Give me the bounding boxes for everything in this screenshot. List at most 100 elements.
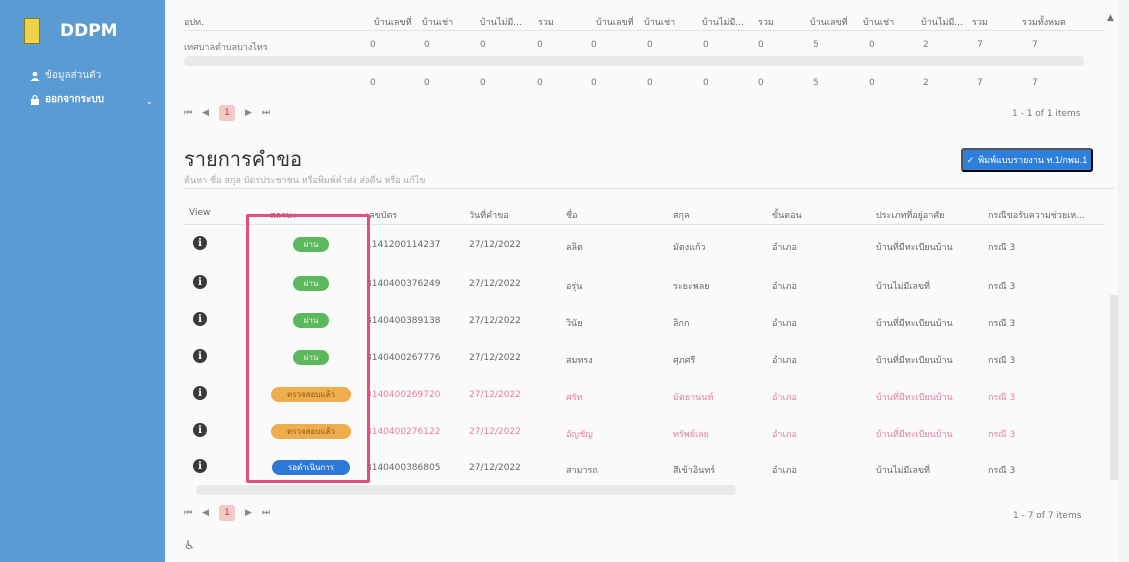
info-icon[interactable]: i (193, 275, 207, 289)
total-cell: 0 (758, 78, 764, 88)
type-cell: บ้านที่มีทะเบียนบ้าน (876, 393, 953, 403)
column-header[interactable]: ขั้นตอน (772, 208, 802, 222)
vertical-scrollbar[interactable] (1110, 295, 1118, 480)
first-page-icon[interactable]: ⏮ (184, 108, 192, 118)
summary-header: บ้านเลขที่ (374, 18, 412, 28)
step-cell: อำเภอ (772, 393, 797, 403)
first-page-icon[interactable]: ⏮ (184, 508, 192, 518)
total-cell: 0 (370, 78, 376, 88)
column-header[interactable]: สกุล (673, 208, 689, 222)
sidebar-item-label: ข้อมูลส่วนตัว (45, 70, 102, 81)
prev-page-icon[interactable]: ◀ (202, 108, 209, 118)
summary-cell: 0 (647, 40, 653, 50)
accessibility-icon[interactable]: ♿ (184, 538, 195, 552)
horizontal-scrollbar[interactable] (196, 485, 736, 495)
total-cell: 0 (869, 78, 875, 88)
case-cell: กรณี 3 (988, 282, 1016, 292)
column-header[interactable]: เลขบัตร (366, 208, 397, 222)
sidebar-item-logout[interactable]: ออกจากระบบ (30, 92, 104, 107)
last-name-cell: มัตงแก้ว (673, 243, 706, 253)
info-icon[interactable]: i (193, 312, 207, 326)
date-cell: 27/12/2022 (469, 390, 521, 400)
items-count: 1 - 1 of 1 items (1012, 109, 1081, 119)
summary-row-name: เทศบาลตำบลบางไทร (184, 43, 268, 53)
total-cell: 7 (977, 78, 983, 88)
step-cell: อำเภอ (772, 466, 797, 476)
summary-header: รวม (538, 18, 554, 28)
summary-cell: 0 (424, 40, 430, 50)
export-report-button[interactable]: ✓ พิมพ์แบบรายงาน ท.1/กพม.1 (961, 148, 1093, 172)
summary-header: บ้านเช่า (863, 18, 895, 28)
type-cell: บ้านที่มีทะเบียนบ้าน (876, 243, 953, 253)
info-icon[interactable]: i (193, 349, 207, 363)
lock-icon (31, 94, 39, 105)
date-cell: 27/12/2022 (469, 353, 521, 363)
first-name-cell: ลลิต (566, 243, 583, 253)
summary-header: บ้านไม่มี... (480, 18, 522, 28)
check-icon: ✓ (966, 154, 975, 165)
first-name-cell: อรุ่น (566, 282, 583, 292)
info-icon[interactable]: i (193, 236, 207, 250)
summary-cell: 2 (923, 40, 929, 50)
ddpm-logo-icon (24, 18, 40, 44)
column-header[interactable]: กรณีขอรับความช่วยเห... (988, 208, 1085, 222)
id-cell: 3140400389138 (366, 316, 441, 326)
last-name-cell: ทรัพย์เลย (673, 430, 709, 440)
summary-header: บ้านไม่มี... (921, 18, 963, 28)
total-cell: 2 (923, 78, 929, 88)
column-header[interactable]: วันที่คำขอ (469, 208, 509, 222)
export-label: พิมพ์แบบรายงาน ท.1/กพม.1 (978, 155, 1088, 165)
date-cell: 27/12/2022 (469, 316, 521, 326)
page-button[interactable]: 1 (219, 505, 236, 521)
case-cell: กรณี 3 (988, 430, 1016, 440)
type-cell: บ้านที่มีทะเบียนบ้าน (876, 319, 953, 329)
sidebar-item-label: ออกจากระบบ (45, 94, 105, 105)
last-page-icon[interactable]: ⏭ (262, 508, 270, 518)
first-name-cell: วินัย (566, 319, 583, 329)
column-header[interactable]: View (189, 208, 210, 218)
info-icon[interactable]: i (193, 459, 207, 473)
id-cell: 3140400376249 (366, 279, 441, 289)
first-name-cell: ศรัท (566, 393, 583, 403)
case-cell: กรณี 3 (988, 243, 1016, 253)
summary-header: บ้านเลขที่ (596, 18, 634, 28)
brand[interactable]: DDPM (24, 18, 118, 44)
search-input[interactable]: ค้นหา ชื่อ สกุล บัตรประชาชน หรือพิมพ์คำส… (184, 173, 425, 187)
total-cell: 0 (480, 78, 486, 88)
summary-cell: 7 (1032, 40, 1038, 50)
summary-header: บ้านไม่มี... (702, 18, 744, 28)
step-cell: อำเภอ (772, 356, 797, 366)
summary-header: รวม (972, 18, 988, 28)
summary-header: บ้านเลขที่ (810, 18, 848, 28)
page-button[interactable]: 1 (219, 105, 236, 121)
last-name-cell: ระยะพลย (673, 282, 710, 292)
info-icon[interactable]: i (193, 423, 207, 437)
case-cell: กรณี 3 (988, 356, 1016, 366)
summary-header: บ้านเช่า (422, 18, 454, 28)
first-name-cell: สามารถ (566, 466, 598, 476)
total-cell: 0 (537, 78, 543, 88)
case-cell: กรณี 3 (988, 393, 1016, 403)
column-header[interactable]: ชื่อ (566, 208, 578, 222)
id-cell: 3140400267776 (366, 353, 441, 363)
prev-page-icon[interactable]: ◀ (202, 508, 209, 518)
total-cell: 7 (1032, 78, 1038, 88)
summary-cell: 7 (977, 40, 983, 50)
next-page-icon[interactable]: ▶ (245, 508, 252, 518)
chevron-down-icon[interactable]: ⌄ (145, 97, 153, 107)
date-cell: 27/12/2022 (469, 240, 521, 250)
summary-cell: 0 (370, 40, 376, 50)
last-page-icon[interactable]: ⏭ (262, 108, 270, 118)
next-page-icon[interactable]: ▶ (245, 108, 252, 118)
horizontal-scrollbar[interactable] (184, 56, 1084, 66)
info-icon[interactable]: i (193, 386, 207, 400)
search-underline (184, 188, 1114, 189)
column-header[interactable]: ประเภทที่อยู่อาศัย (876, 208, 944, 222)
divider (184, 30, 1104, 31)
summary-cell: 0 (480, 40, 486, 50)
items-count: 1 - 7 of 7 items (1013, 511, 1082, 521)
date-cell: 27/12/2022 (469, 279, 521, 289)
status-column-highlight (246, 214, 370, 483)
scroll-up-icon[interactable]: ▲ (1107, 13, 1114, 23)
sidebar-item-profile[interactable]: ข้อมูลส่วนตัว (30, 68, 101, 83)
